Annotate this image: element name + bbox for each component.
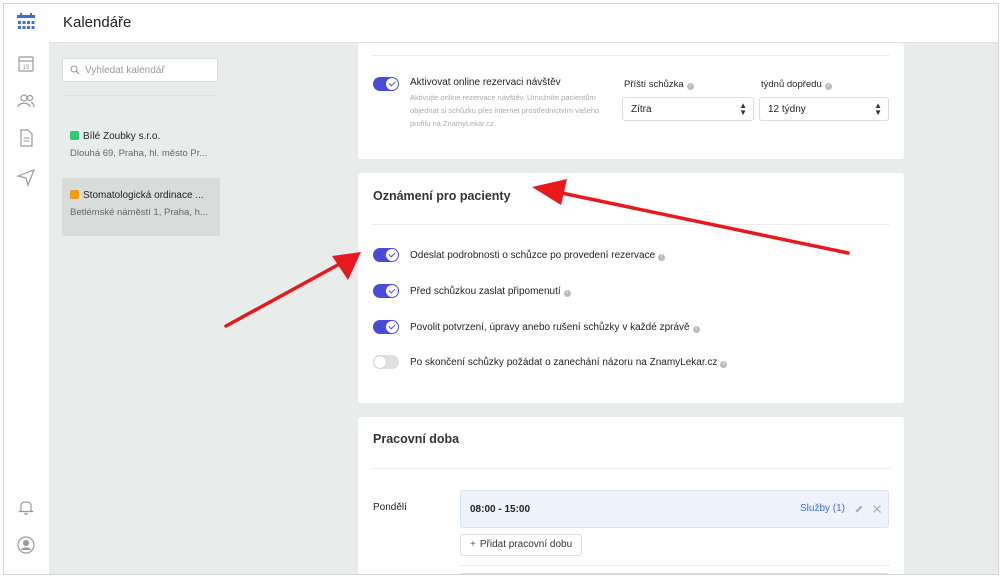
annotation-arrows	[224, 179, 850, 328]
arrow-left-annotation	[224, 252, 361, 328]
arrow-right-annotation	[532, 179, 850, 255]
